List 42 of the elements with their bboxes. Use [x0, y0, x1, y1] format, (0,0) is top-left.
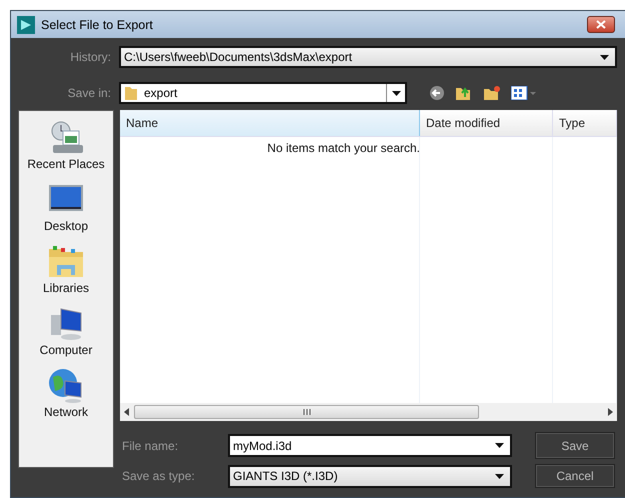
history-label: History: [69, 50, 111, 64]
close-icon [596, 20, 606, 29]
app-logo-icon [17, 16, 35, 34]
horizontal-scrollbar[interactable] [120, 403, 617, 421]
scroll-thumb[interactable] [134, 405, 479, 419]
column-header[interactable]: Type [553, 110, 617, 136]
scroll-left-icon[interactable] [124, 408, 130, 416]
view-menu-icon[interactable] [511, 86, 537, 100]
save-in-dropdown[interactable]: export [119, 82, 407, 104]
save-as-type-label: Save as type: [122, 469, 196, 483]
close-button[interactable] [587, 16, 615, 33]
place-item[interactable]: Recent Places [27, 119, 105, 171]
folder-up-icon[interactable] [455, 85, 473, 101]
column-header[interactable]: Date modified [420, 110, 553, 136]
dropdown-arrow-icon [600, 54, 609, 60]
place-item[interactable]: Libraries [42, 243, 90, 295]
clock-documents-icon [52, 122, 83, 153]
save-in-label: Save in: [66, 86, 111, 100]
dropdown-arrow-icon [495, 443, 504, 448]
new-folder-icon[interactable] [483, 85, 501, 101]
file-name-label: File name: [122, 438, 180, 452]
column-header[interactable]: Name [120, 110, 420, 136]
folder-icon [124, 85, 138, 101]
cancel-button[interactable]: Cancel [535, 464, 615, 488]
place-item[interactable]: Computer [40, 305, 92, 357]
computer-icon [51, 308, 82, 340]
dropdown-arrow-icon [392, 90, 400, 96]
save-as-type-dropdown[interactable]: GIANTS I3D (*.I3D) [228, 464, 512, 488]
grip-icon [302, 409, 310, 415]
history-dropdown[interactable]: C:\Users\fweeb\Documents\3dsMax\export [119, 46, 617, 68]
library-folder-icon [49, 246, 83, 277]
back-icon[interactable] [429, 85, 445, 101]
window-title: Select File to Export [41, 18, 153, 32]
scroll-right-icon[interactable] [607, 408, 613, 416]
empty-message: No items match your search. [266, 141, 420, 155]
dropdown-arrow-icon [495, 474, 504, 478]
globe-computer-icon [48, 369, 82, 403]
file-name-field[interactable]: myMod.i3d [228, 434, 512, 457]
desktop-icon [49, 185, 83, 211]
place-item[interactable]: Desktop [44, 181, 88, 233]
place-item[interactable]: Network [44, 367, 88, 419]
save-button[interactable]: Save [535, 432, 615, 459]
